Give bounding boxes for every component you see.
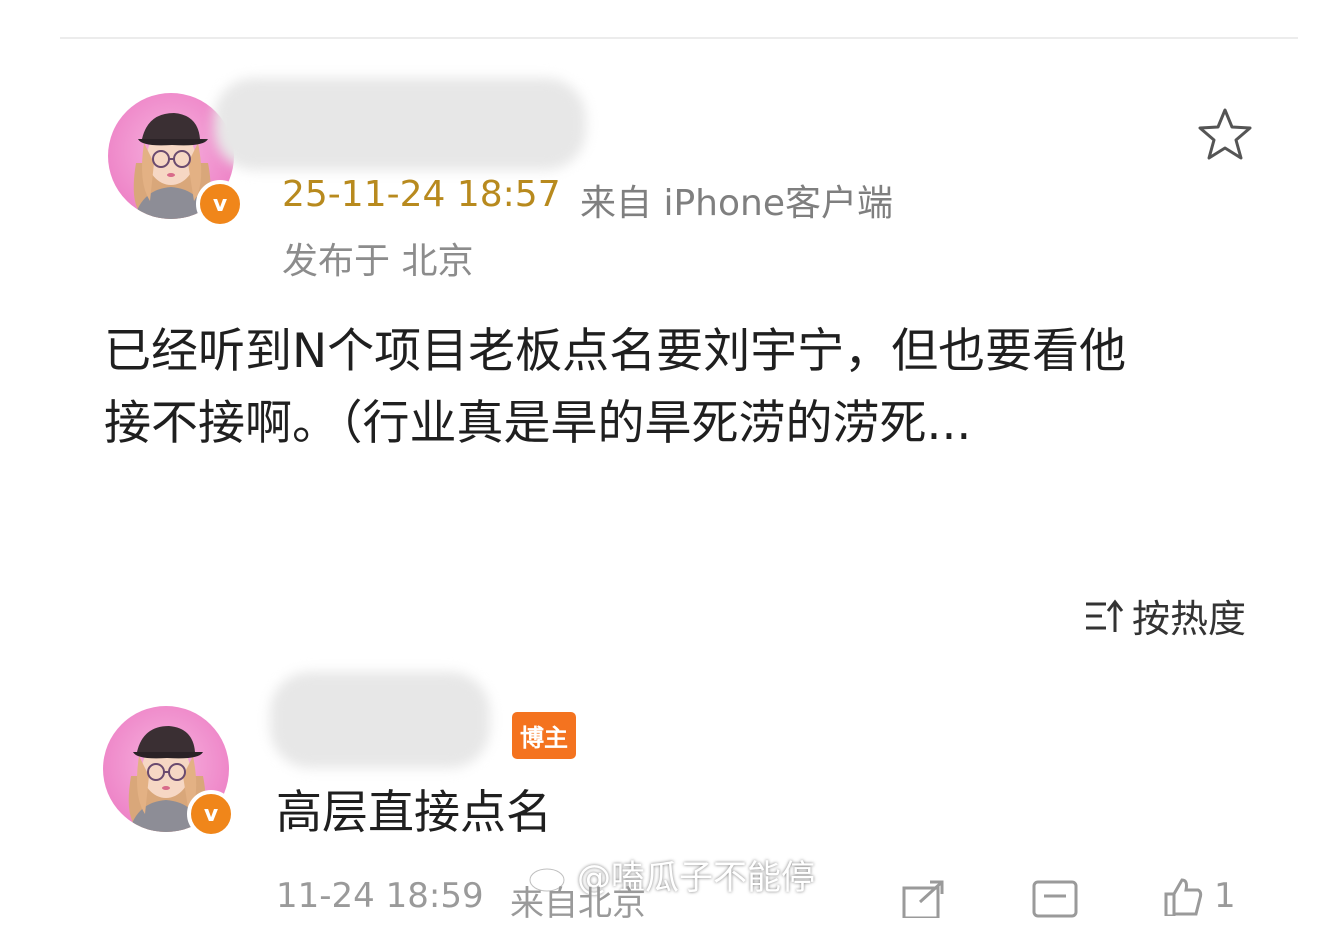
post-body-text: 已经听到N个项目老板点名要刘宇宁，但也要看他 接不接啊。（行业真是旱的旱死涝的涝…	[104, 324, 1127, 451]
sort-by-heat-button[interactable]: 按热度	[1084, 588, 1246, 643]
reply-source: 来自北京	[510, 884, 646, 924]
sort-label: 按热度	[1132, 597, 1247, 641]
reply-username-redacted	[270, 672, 490, 768]
like-count: 1	[1214, 876, 1236, 916]
post-source: 来自 iPhone客户端	[580, 183, 893, 224]
verified-badge: v	[196, 180, 244, 228]
host-badge: 博主	[512, 712, 576, 759]
top-divider	[60, 37, 1298, 39]
verified-badge: v	[187, 790, 235, 838]
sort-icon	[1086, 599, 1124, 632]
like-button[interactable]: 1	[1160, 876, 1236, 916]
share-icon[interactable]	[900, 878, 948, 922]
like-icon	[1164, 878, 1203, 916]
comment-icon[interactable]	[1030, 878, 1080, 922]
star-icon[interactable]	[1196, 106, 1254, 166]
post-timestamp: 25-11-24 18:57	[282, 174, 561, 215]
reply-text: 高层直接点名	[276, 785, 552, 839]
username-redacted	[214, 78, 586, 170]
reply-timestamp: 11-24 18:59	[276, 876, 484, 916]
post-location: 发布于 北京	[282, 241, 474, 282]
